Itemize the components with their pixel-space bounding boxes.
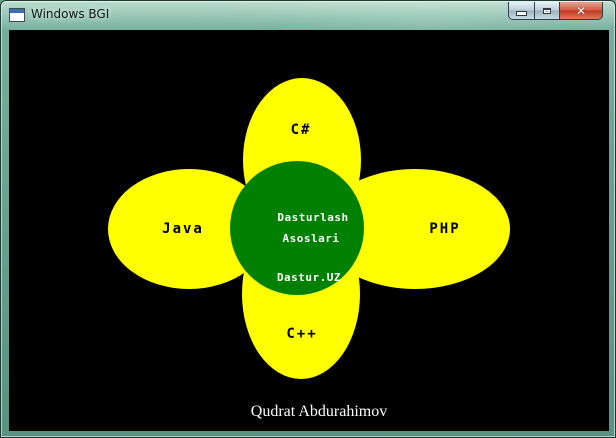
window-app-icon[interactable]: [9, 8, 25, 22]
maximize-button[interactable]: [534, 2, 560, 20]
window-title: Windows BGI: [31, 7, 110, 21]
maximize-icon: [543, 7, 551, 14]
close-icon: ✕: [575, 3, 587, 18]
petal-label-right: PHP: [429, 221, 460, 237]
close-button[interactable]: ✕: [559, 2, 603, 20]
author-name: Qudrat Abdurahimov: [251, 403, 387, 420]
graphics-canvas: C# Java PHP C++ Dasturlash Asoslari Dast…: [9, 30, 609, 431]
minimize-button[interactable]: [508, 2, 535, 20]
petal-label-top: C#: [291, 122, 312, 138]
minimize-icon: [516, 11, 527, 16]
drawing-surface: C# Java PHP C++ Dasturlash Asoslari Dast…: [108, 78, 510, 420]
title-bar[interactable]: Windows BGI ✕: [1, 1, 615, 29]
petal-label-bottom: C++: [286, 326, 317, 342]
center-line-2: Asoslari: [283, 232, 340, 245]
center-line-1: Dasturlash: [277, 211, 348, 224]
center-line-3: Dastur.UZ: [277, 271, 341, 284]
app-window: Windows BGI ✕ C# Java PHP C++ Dasturlash…: [0, 0, 616, 438]
petal-label-left: Java: [162, 221, 204, 237]
